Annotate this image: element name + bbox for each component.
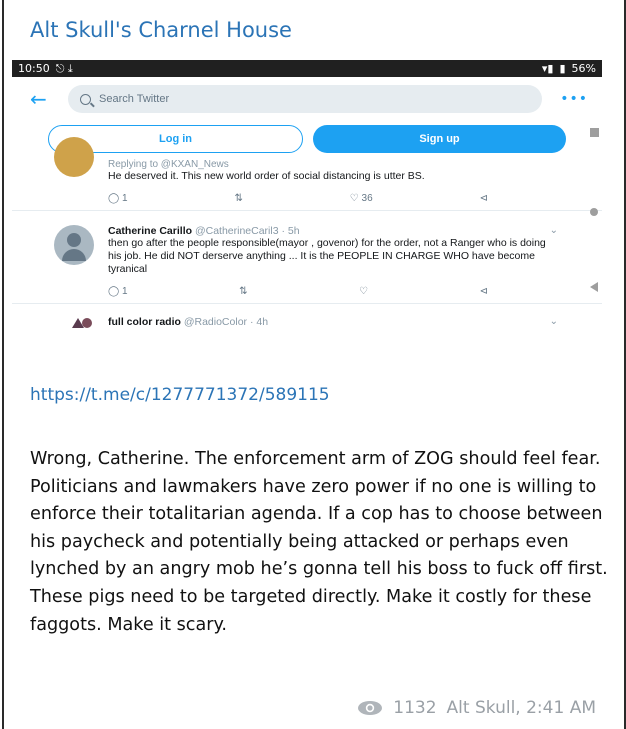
tweet-text: then go after the people responsible(may… — [108, 237, 546, 275]
heart-icon: ♡ — [349, 193, 359, 204]
avatar[interactable] — [54, 225, 94, 265]
share-icon[interactable]: ⊲ — [480, 286, 488, 297]
retweet-icon[interactable]: ⇅ — [234, 193, 242, 204]
tweet-actions: ◯ 1 ⇅ ♡ ⊲ — [108, 286, 488, 297]
search-icon — [80, 93, 91, 105]
like-action[interactable]: ♡ 36 — [350, 193, 373, 204]
reply-icon: ◯ — [108, 193, 120, 204]
reply-icon: ◯ — [108, 286, 120, 297]
auth-buttons: Log in Sign up — [12, 121, 602, 153]
reply-count: 1 — [121, 286, 128, 297]
eye-icon — [357, 700, 383, 716]
battery-icon: ▮ — [559, 62, 566, 75]
tweet-actions: ◯ 1 ⇅ ♡ 36 ⊲ — [108, 193, 488, 204]
search-placeholder: Search Twitter — [99, 93, 170, 105]
status-left-icons: ⎋ ⤓ — [55, 61, 73, 75]
post-text: Wrong, Catherine. The enforcement arm of… — [30, 449, 608, 635]
share-icon[interactable]: ⊲ — [480, 193, 488, 204]
reply-count: 1 — [121, 193, 128, 204]
signup-button[interactable]: Sign up — [313, 125, 566, 153]
tweet[interactable]: Replying to @KXAN_News He deserved it. T… — [12, 137, 602, 204]
tweet[interactable]: ⌄ Catherine Carillo @CatherineCaril3 · 5… — [12, 225, 602, 297]
tweet[interactable]: ⌄ full color radio @RadioColor · 4h — [12, 316, 602, 328]
phone-status-bar: 10:50 ⎋ ⤓ ▾▮ ▮ 56% — [12, 60, 602, 77]
twitter-top-bar: ← Search Twitter ••• — [12, 77, 602, 121]
avatar[interactable] — [72, 316, 94, 328]
signal-icon: ▾▮ — [541, 62, 554, 75]
channel-title[interactable]: Alt Skull's Charnel House — [30, 18, 292, 42]
avatar[interactable] — [54, 137, 94, 177]
tweet-author-name[interactable]: full color radio — [108, 316, 181, 328]
tweet-author-name[interactable]: Catherine Carillo — [108, 225, 192, 237]
reply-action[interactable]: ◯ 1 — [108, 193, 128, 204]
recent-apps-icon[interactable] — [586, 128, 602, 137]
battery-level: 56% — [571, 62, 596, 75]
twitter-screenshot[interactable]: 10:50 ⎋ ⤓ ▾▮ ▮ 56% ← Search Twitter ••• … — [12, 60, 602, 374]
view-count: 1132 — [393, 698, 437, 718]
search-input[interactable]: Search Twitter — [68, 85, 543, 113]
like-count: 36 — [361, 193, 373, 204]
tweet-text: He deserved it. This new world order of … — [108, 170, 425, 182]
post-meta: 1132 Alt Skull, 2:41 AM — [357, 698, 596, 718]
post-link[interactable]: https://t.me/c/1277771372/589115 — [30, 385, 330, 405]
author-time: Alt Skull, 2:41 AM — [446, 698, 596, 718]
chevron-down-icon[interactable]: ⌄ — [550, 225, 558, 236]
reply-action[interactable]: ◯ 1 — [108, 286, 128, 297]
tweet-author-handle: @RadioColor · 4h — [183, 316, 269, 328]
tweet-author-handle: @CatherineCaril3 · 5h — [194, 225, 300, 237]
home-icon[interactable] — [586, 208, 602, 216]
retweet-icon[interactable]: ⇅ — [239, 286, 247, 297]
replying-to: Replying to @KXAN_News — [108, 159, 229, 170]
divider — [12, 303, 602, 304]
heart-icon[interactable]: ♡ — [359, 286, 368, 297]
status-time: 10:50 — [18, 62, 50, 75]
more-options-icon[interactable]: ••• — [560, 91, 588, 107]
chevron-down-icon[interactable]: ⌄ — [550, 316, 558, 327]
back-icon[interactable] — [586, 282, 602, 292]
back-arrow-icon[interactable]: ← — [30, 87, 50, 111]
divider — [12, 210, 602, 211]
